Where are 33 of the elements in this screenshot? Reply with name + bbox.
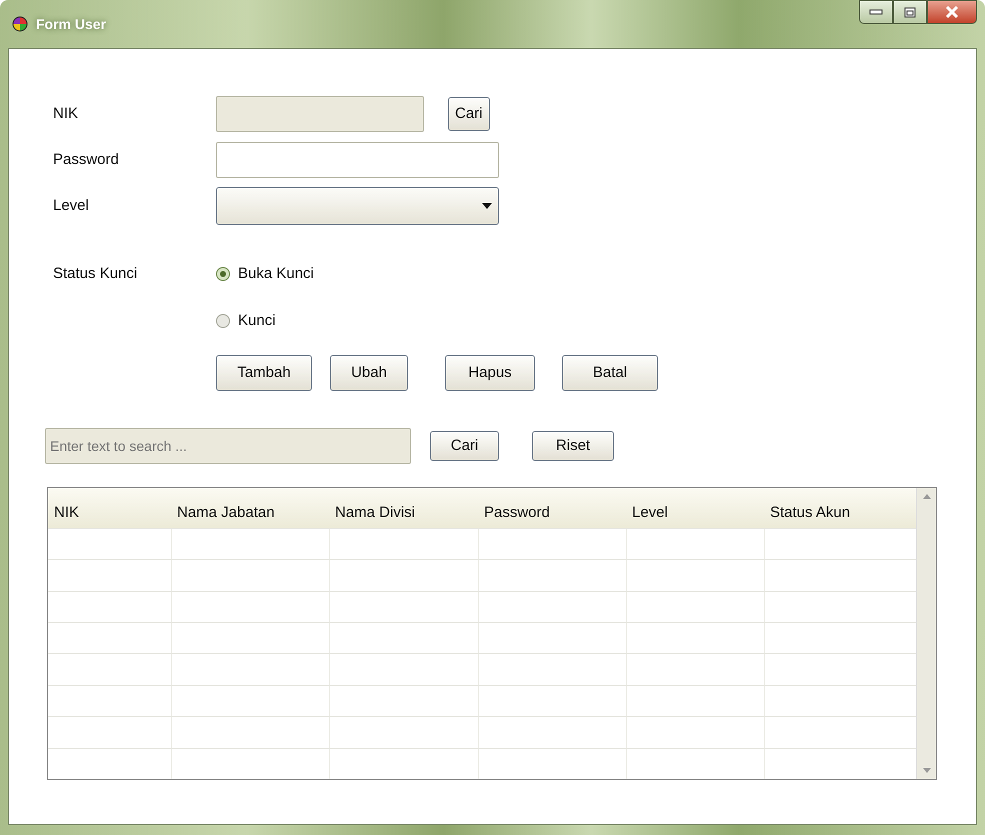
radio-option[interactable]: Buka Kunci — [216, 262, 314, 286]
scrollbar[interactable] — [916, 488, 936, 779]
field-label: NIK — [53, 104, 80, 124]
minimize-button[interactable] — [859, 0, 893, 24]
scroll-up-icon[interactable] — [922, 494, 930, 499]
action-button[interactable]: Hapus — [445, 355, 535, 391]
column-header[interactable]: Status Akun — [764, 488, 914, 528]
column-header[interactable]: Nama Jabatan — [171, 488, 329, 528]
level-dropdown[interactable] — [216, 187, 499, 225]
close-button[interactable] — [927, 0, 977, 24]
search-field[interactable]: Enter text to search ... — [45, 428, 411, 464]
radio-option[interactable]: Kunci — [216, 310, 276, 332]
column-header[interactable]: NIK — [48, 488, 171, 528]
scroll-down-icon[interactable] — [922, 768, 930, 773]
action-button[interactable]: Ubah — [330, 355, 408, 391]
search-button[interactable]: Riset — [532, 431, 614, 461]
column-header[interactable]: Level — [626, 488, 764, 528]
action-button[interactable]: Tambah — [216, 355, 312, 391]
field-label: Level — [53, 196, 90, 216]
maximize-icon — [904, 6, 916, 18]
column-header[interactable]: Nama Divisi — [329, 488, 478, 528]
app-icon — [12, 16, 28, 32]
window-title: Form User — [36, 14, 106, 34]
field-label: Password — [53, 150, 120, 170]
search-button[interactable]: Cari — [430, 431, 499, 461]
column-header[interactable]: Password — [478, 488, 626, 528]
field-label: Status Kunci — [53, 264, 138, 284]
minimize-icon — [869, 9, 883, 15]
action-button[interactable]: Batal — [562, 355, 658, 391]
dropdown-arrow-icon — [482, 203, 492, 209]
input-field[interactable] — [216, 142, 499, 178]
close-icon — [945, 6, 959, 18]
maximize-button[interactable] — [893, 0, 927, 24]
